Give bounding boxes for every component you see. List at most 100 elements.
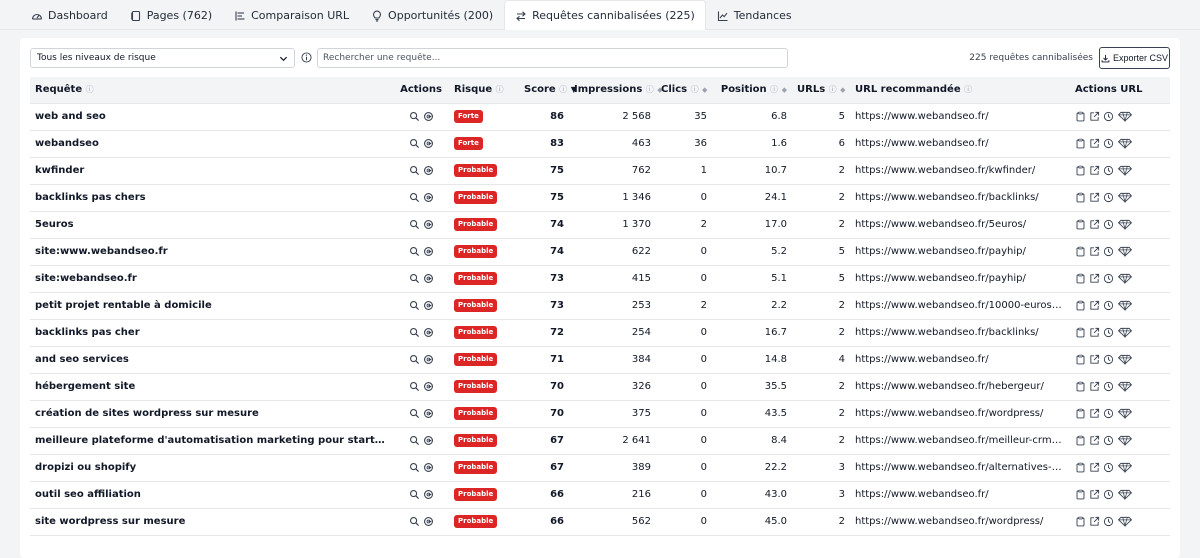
diamond-icon[interactable] bbox=[1117, 273, 1133, 284]
query-search-input[interactable] bbox=[317, 48, 788, 68]
diamond-icon[interactable] bbox=[1117, 300, 1133, 311]
history-icon[interactable] bbox=[1103, 300, 1114, 311]
search-icon[interactable] bbox=[409, 273, 420, 284]
search-icon[interactable] bbox=[409, 138, 420, 149]
risk-level-select[interactable]: Tous les niveaux de risque bbox=[30, 48, 295, 68]
clipboard-icon[interactable] bbox=[1075, 408, 1086, 419]
col-header-position[interactable]: Position ⓘ ◆ bbox=[712, 77, 792, 104]
diamond-icon[interactable] bbox=[1117, 354, 1133, 365]
external-link-icon[interactable] bbox=[1089, 381, 1100, 392]
recommended-url-cell[interactable]: https://www.webandseo.fr/meilleur-crm-st… bbox=[850, 427, 1070, 455]
clipboard-icon[interactable] bbox=[1075, 327, 1086, 338]
history-icon[interactable] bbox=[1103, 165, 1114, 176]
recommended-url-cell[interactable]: https://www.webandseo.fr/ bbox=[850, 481, 1070, 509]
search-icon[interactable] bbox=[409, 327, 420, 338]
diamond-icon[interactable] bbox=[1117, 138, 1133, 149]
col-header-risk[interactable]: Risque ⓘ bbox=[449, 77, 519, 104]
clipboard-icon[interactable] bbox=[1075, 300, 1086, 311]
google-icon[interactable] bbox=[423, 111, 434, 122]
tab-0[interactable]: Dashboard bbox=[20, 0, 119, 30]
diamond-icon[interactable] bbox=[1117, 165, 1133, 176]
clipboard-icon[interactable] bbox=[1075, 381, 1086, 392]
search-icon[interactable] bbox=[409, 246, 420, 257]
clipboard-icon[interactable] bbox=[1075, 273, 1086, 284]
diamond-icon[interactable] bbox=[1117, 381, 1133, 392]
search-icon[interactable] bbox=[409, 300, 420, 311]
diamond-icon[interactable] bbox=[1117, 246, 1133, 257]
google-icon[interactable] bbox=[423, 219, 434, 230]
recommended-url-cell[interactable]: https://www.webandseo.fr/10000-euros-par… bbox=[850, 292, 1070, 320]
external-link-icon[interactable] bbox=[1089, 192, 1100, 203]
recommended-url-cell[interactable]: https://www.webandseo.fr/alternatives-sh… bbox=[850, 454, 1070, 482]
clipboard-icon[interactable] bbox=[1075, 165, 1086, 176]
history-icon[interactable] bbox=[1103, 219, 1114, 230]
external-link-icon[interactable] bbox=[1089, 246, 1100, 257]
tab-3[interactable]: Opportunités (200) bbox=[360, 0, 504, 30]
history-icon[interactable] bbox=[1103, 138, 1114, 149]
external-link-icon[interactable] bbox=[1089, 489, 1100, 500]
diamond-icon[interactable] bbox=[1117, 192, 1133, 203]
export-csv-button[interactable]: Exporter CSV bbox=[1099, 47, 1170, 69]
recommended-url-cell[interactable]: https://www.webandseo.fr/wordpress/ bbox=[850, 400, 1070, 428]
col-header-impressions[interactable]: Impressions ⓘ ◆ bbox=[569, 77, 663, 104]
col-header-query[interactable]: Requête ⓘ bbox=[30, 77, 393, 104]
google-icon[interactable] bbox=[423, 246, 434, 257]
clipboard-icon[interactable] bbox=[1075, 219, 1086, 230]
external-link-icon[interactable] bbox=[1089, 462, 1100, 473]
recommended-url-cell[interactable]: https://www.webandseo.fr/ bbox=[850, 346, 1070, 374]
google-icon[interactable] bbox=[423, 273, 434, 284]
google-icon[interactable] bbox=[423, 462, 434, 473]
col-header-urls[interactable]: URLs ⓘ ◆ bbox=[792, 77, 850, 104]
diamond-icon[interactable] bbox=[1117, 516, 1133, 527]
clipboard-icon[interactable] bbox=[1075, 462, 1086, 473]
google-icon[interactable] bbox=[423, 381, 434, 392]
diamond-icon[interactable] bbox=[1117, 408, 1133, 419]
clipboard-icon[interactable] bbox=[1075, 489, 1086, 500]
google-icon[interactable] bbox=[423, 435, 434, 446]
recommended-url-cell[interactable]: https://www.webandseo.fr/payhip/ bbox=[850, 238, 1070, 266]
diamond-icon[interactable] bbox=[1117, 435, 1133, 446]
recommended-url-cell[interactable]: https://www.webandseo.fr/backlinks/ bbox=[850, 184, 1070, 212]
external-link-icon[interactable] bbox=[1089, 354, 1100, 365]
clipboard-icon[interactable] bbox=[1075, 192, 1086, 203]
diamond-icon[interactable] bbox=[1117, 462, 1133, 473]
clipboard-icon[interactable] bbox=[1075, 246, 1086, 257]
history-icon[interactable] bbox=[1103, 381, 1114, 392]
google-icon[interactable] bbox=[423, 489, 434, 500]
recommended-url-cell[interactable]: https://www.webandseo.fr/backlinks/ bbox=[850, 319, 1070, 347]
google-icon[interactable] bbox=[423, 354, 434, 365]
clipboard-icon[interactable] bbox=[1075, 138, 1086, 149]
external-link-icon[interactable] bbox=[1089, 435, 1100, 446]
history-icon[interactable] bbox=[1103, 327, 1114, 338]
search-icon[interactable] bbox=[409, 489, 420, 500]
google-icon[interactable] bbox=[423, 408, 434, 419]
clipboard-icon[interactable] bbox=[1075, 516, 1086, 527]
search-icon[interactable] bbox=[409, 192, 420, 203]
history-icon[interactable] bbox=[1103, 408, 1114, 419]
history-icon[interactable] bbox=[1103, 435, 1114, 446]
clipboard-icon[interactable] bbox=[1075, 435, 1086, 446]
history-icon[interactable] bbox=[1103, 273, 1114, 284]
external-link-icon[interactable] bbox=[1089, 165, 1100, 176]
google-icon[interactable] bbox=[423, 300, 434, 311]
tab-5[interactable]: Tendances bbox=[706, 0, 803, 30]
external-link-icon[interactable] bbox=[1089, 111, 1100, 122]
google-icon[interactable] bbox=[423, 192, 434, 203]
search-icon[interactable] bbox=[409, 408, 420, 419]
history-icon[interactable] bbox=[1103, 111, 1114, 122]
external-link-icon[interactable] bbox=[1089, 219, 1100, 230]
search-icon[interactable] bbox=[409, 462, 420, 473]
search-icon[interactable] bbox=[409, 165, 420, 176]
search-icon[interactable] bbox=[409, 381, 420, 392]
diamond-icon[interactable] bbox=[1117, 327, 1133, 338]
clipboard-icon[interactable] bbox=[1075, 354, 1086, 365]
google-icon[interactable] bbox=[423, 138, 434, 149]
recommended-url-cell[interactable]: https://www.webandseo.fr/ bbox=[850, 103, 1070, 131]
external-link-icon[interactable] bbox=[1089, 327, 1100, 338]
search-icon[interactable] bbox=[409, 111, 420, 122]
history-icon[interactable] bbox=[1103, 354, 1114, 365]
tab-4[interactable]: Requêtes cannibalisées (225) bbox=[504, 0, 706, 30]
diamond-icon[interactable] bbox=[1117, 111, 1133, 122]
search-icon[interactable] bbox=[409, 354, 420, 365]
external-link-icon[interactable] bbox=[1089, 408, 1100, 419]
